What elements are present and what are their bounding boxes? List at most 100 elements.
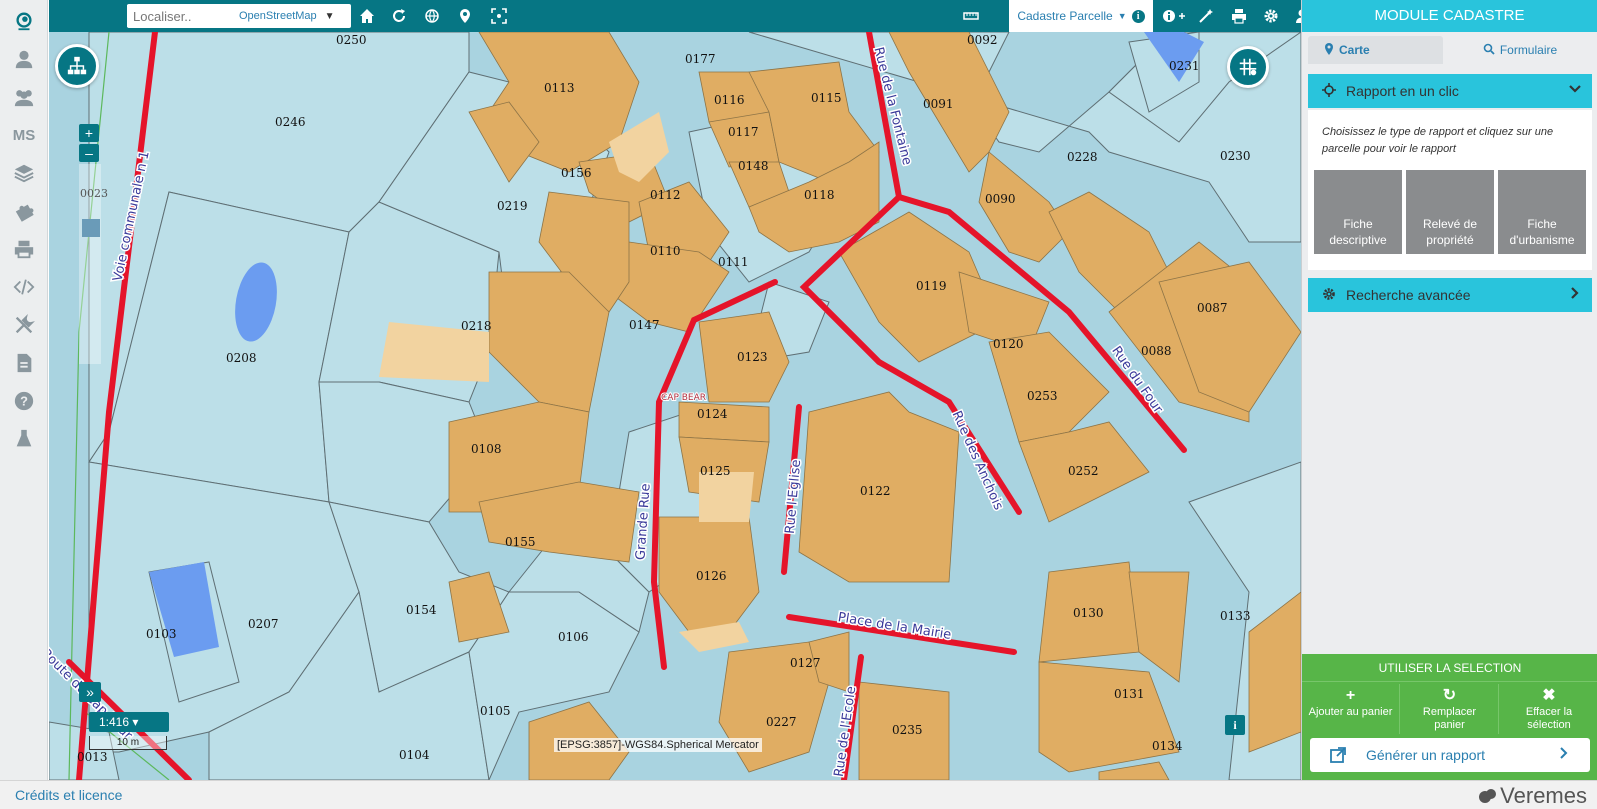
home-icon[interactable] <box>355 4 379 28</box>
parcel-label: 0127 <box>790 656 821 670</box>
user-icon[interactable] <box>0 40 48 78</box>
layer-tree-button[interactable] <box>55 44 99 88</box>
zoom-out-button[interactable]: – <box>79 144 99 162</box>
flask-icon[interactable] <box>0 420 48 458</box>
code-icon[interactable] <box>0 268 48 306</box>
tab-cadastre-parcelle[interactable]: Cadastre Parcelle ▼ i <box>1009 0 1153 32</box>
parcel-label: 0208 <box>226 351 257 365</box>
tools-icon[interactable] <box>0 306 48 344</box>
parcel-label: 0147 <box>629 318 660 332</box>
chevron-down-icon: ▼ <box>1117 11 1127 21</box>
place-label: CAP BEAR <box>661 393 706 403</box>
projection-label: [EPSG:3857]-WGS84.Spherical Mercator <box>554 738 762 752</box>
parcel-label: 0125 <box>700 464 731 478</box>
generate-report-label: Générer un rapport <box>1366 747 1486 763</box>
brand-logo: Veremes <box>1478 783 1587 809</box>
parcel-label: 0134 <box>1152 739 1183 753</box>
info-plus-icon[interactable] <box>1159 4 1189 28</box>
print-icon[interactable] <box>0 230 48 268</box>
panel-title: MODULE CADASTRE <box>1302 0 1597 32</box>
parcel-label: 0091 <box>923 97 954 111</box>
logo-icon[interactable] <box>0 2 48 40</box>
parcel-label: 0230 <box>1220 149 1251 163</box>
puzzle-icon[interactable] <box>0 192 48 230</box>
generate-report-button[interactable]: Générer un rapport <box>1310 738 1590 772</box>
document-icon[interactable] <box>0 344 48 382</box>
report-fiche-urbanisme-button[interactable]: Fiche d'urbanisme <box>1498 170 1586 254</box>
rapport-instructions: Choisissez le type de rapport et cliquez… <box>1322 126 1554 155</box>
map-marker-icon <box>1324 42 1334 58</box>
map-marker-icon[interactable] <box>453 4 477 28</box>
cadastre-panel: MODULE CADASTRE Carte Formulaire Rapport… <box>1301 0 1597 780</box>
print-icon[interactable] <box>1227 4 1251 28</box>
parcel-label: 0116 <box>714 93 745 107</box>
parcel-label: 0013 <box>77 750 108 764</box>
locate-box[interactable]: OpenStreetMap ▼ <box>127 4 351 28</box>
report-btn-line2: propriété <box>1426 233 1474 247</box>
parcel-label: 0087 <box>1197 301 1228 315</box>
globe-icon[interactable] <box>420 4 444 28</box>
sel-btn-label: Remplacer <box>1422 706 1477 718</box>
parcel-label: 0207 <box>248 617 279 631</box>
parcel-label: 0111 <box>718 255 749 269</box>
credits-link[interactable]: Crédits et licence <box>15 787 122 803</box>
parcel-label: 0133 <box>1220 609 1251 623</box>
parcel-label: 0106 <box>558 630 589 644</box>
info-icon[interactable]: i <box>1131 9 1145 23</box>
zoom-in-button[interactable]: + <box>79 124 99 142</box>
ruler-icon[interactable] <box>959 4 983 28</box>
selection-area: UTILISER LA SELECTION + Ajouter au panie… <box>1302 654 1597 780</box>
sel-btn-label: Effacer la <box>1525 706 1573 718</box>
help-icon[interactable]: ? <box>0 382 48 420</box>
plus-icon: + <box>1345 687 1356 704</box>
parcel-label: 0218 <box>461 319 492 333</box>
fullscreen-icon[interactable] <box>487 4 511 28</box>
scale-selector[interactable]: 1:416 ▾ <box>89 712 169 732</box>
parcel-label: 0123 <box>737 350 768 364</box>
sel-btn-label-2: panier <box>1434 719 1465 731</box>
replace-cart-button[interactable]: ↻ Remplacer panier <box>1401 684 1499 734</box>
add-to-cart-button[interactable]: + Ajouter au panier <box>1302 684 1400 734</box>
parcel-label: 0131 <box>1114 687 1145 701</box>
report-releve-propriete-button[interactable]: Relevé de propriété <box>1406 170 1494 254</box>
clear-selection-button[interactable]: ✖ Effacer la sélection <box>1500 684 1597 734</box>
parcel-label: 0235 <box>892 723 923 737</box>
grid-magnet-icon <box>1239 58 1257 76</box>
gear-icon[interactable] <box>1259 4 1283 28</box>
rapport-section-header[interactable]: Rapport en un clic <box>1308 74 1592 108</box>
zoom-slider-thumb[interactable] <box>82 219 100 237</box>
app-root: MS ? OpenStreetMap ▼ <box>0 0 1597 809</box>
parcel-label: 0126 <box>696 569 727 583</box>
external-link-icon <box>1330 747 1346 763</box>
parcel-label: 0250 <box>336 33 367 47</box>
parcel-label: 0130 <box>1073 606 1104 620</box>
chevron-down-icon[interactable]: ▼ <box>325 11 335 22</box>
locate-provider[interactable]: OpenStreetMap <box>239 10 317 22</box>
layers-icon[interactable] <box>0 154 48 192</box>
map-info-button[interactable]: i <box>1225 715 1245 735</box>
locate-input[interactable] <box>127 5 237 27</box>
parcel-label: 0219 <box>497 199 528 213</box>
parcel-label: 0124 <box>697 407 728 421</box>
report-fiche-descriptive-button[interactable]: Fiche descriptive <box>1314 170 1402 254</box>
magic-wand-icon[interactable] <box>1194 4 1218 28</box>
sitemap-icon <box>67 56 87 75</box>
street-label: Rue de l'Ecole <box>832 685 860 778</box>
map-view[interactable]: 0250 0177 0092 0231 0113 0116 0115 0091 0246 0117… <box>49 32 1301 780</box>
top-toolbar: OpenStreetMap ▼ Cadastre Parcelle ▼ i <box>49 0 1308 32</box>
refresh-icon[interactable] <box>387 4 411 28</box>
recherche-section-header[interactable]: Recherche avancée <box>1308 278 1592 312</box>
ms-icon[interactable]: MS <box>0 116 48 154</box>
parcel-label: 0110 <box>650 244 681 258</box>
parcel-label: 0088 <box>1141 344 1172 358</box>
street-label: Place de la Mairie <box>837 610 952 643</box>
crosshair-icon <box>1322 82 1336 100</box>
users-icon[interactable] <box>0 78 48 116</box>
map-canvas[interactable]: 0250 0177 0092 0231 0113 0116 0115 0091 0246 0117… <box>49 32 1301 780</box>
panel-tabs: Carte Formulaire <box>1308 36 1592 64</box>
tab-formulaire[interactable]: Formulaire <box>1450 36 1590 64</box>
tab-carte[interactable]: Carte <box>1308 36 1443 64</box>
expand-button[interactable]: » <box>79 682 101 702</box>
zoom-level: 0023 <box>80 187 108 200</box>
snapping-button[interactable] <box>1227 46 1269 88</box>
